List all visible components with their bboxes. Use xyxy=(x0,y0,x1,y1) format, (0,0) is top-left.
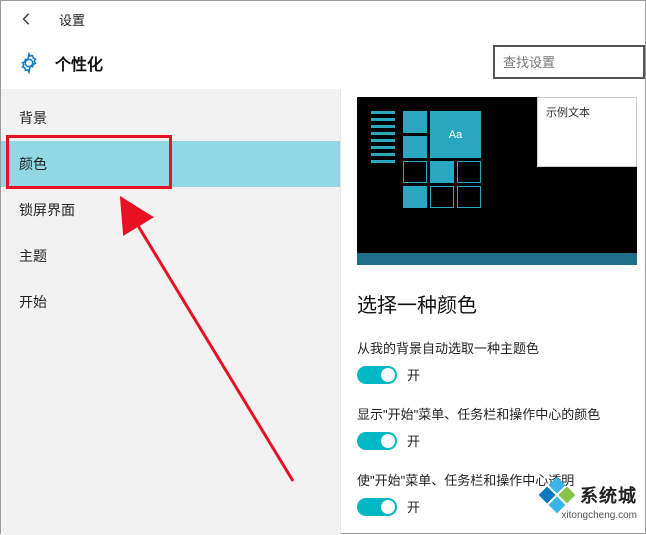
sidebar-item-theme[interactable]: 主题 xyxy=(1,233,340,279)
preview-tile-aa: Aa xyxy=(430,111,481,158)
page-title: 个性化 xyxy=(55,51,103,75)
toggle-auto-color[interactable] xyxy=(357,366,397,384)
setting-transparent-label: 使"开始"菜单、任务栏和操作中心透明 xyxy=(357,470,645,489)
search-box[interactable] xyxy=(493,45,645,79)
preview-window: 示例文本 xyxy=(537,97,637,167)
preview-taskbar xyxy=(357,253,637,265)
toggle-transparent-state: 开 xyxy=(407,497,420,516)
sidebar-item-start[interactable]: 开始 xyxy=(1,279,340,325)
window-title: 设置 xyxy=(59,10,85,29)
back-button[interactable] xyxy=(13,5,41,33)
gear-icon xyxy=(17,51,41,75)
toggle-show-color[interactable] xyxy=(357,432,397,450)
setting-show-color-label: 显示"开始"菜单、任务栏和操作中心的颜色 xyxy=(357,404,645,423)
sidebar-item-lockscreen[interactable]: 锁屏界面 xyxy=(1,187,340,233)
sidebar: 背景 颜色 锁屏界面 主题 开始 xyxy=(1,89,341,535)
search-input[interactable] xyxy=(503,55,635,70)
toggle-show-color-state: 开 xyxy=(407,431,420,450)
toggle-transparent[interactable] xyxy=(357,498,397,516)
setting-auto-color-label: 从我的背景自动选取一种主题色 xyxy=(357,338,645,357)
theme-preview: Aa 示例文本 xyxy=(357,97,637,265)
section-title: 选择一种颜色 xyxy=(357,289,645,318)
preview-sample-text: 示例文本 xyxy=(546,107,590,119)
sidebar-item-color[interactable]: 颜色 xyxy=(1,141,340,187)
toggle-auto-color-state: 开 xyxy=(407,365,420,384)
sidebar-item-background[interactable]: 背景 xyxy=(1,95,340,141)
